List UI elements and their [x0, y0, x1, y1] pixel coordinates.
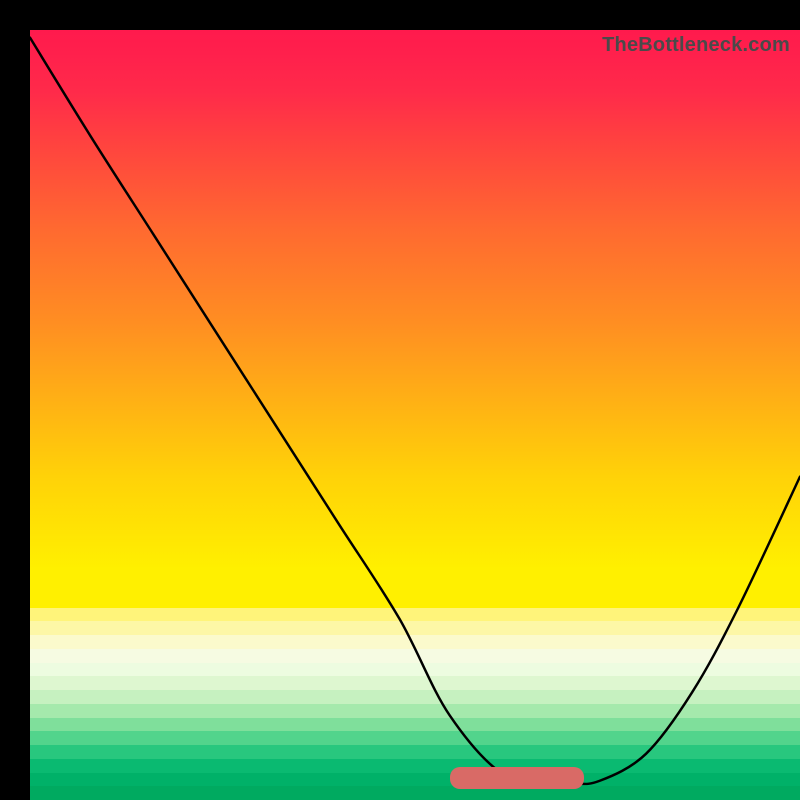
- chart-frame: TheBottleneck.com: [0, 0, 800, 800]
- valley-marker: [450, 767, 585, 789]
- curve-path: [30, 38, 800, 784]
- bottleneck-curve: [30, 30, 800, 800]
- plot-area: TheBottleneck.com: [30, 30, 800, 800]
